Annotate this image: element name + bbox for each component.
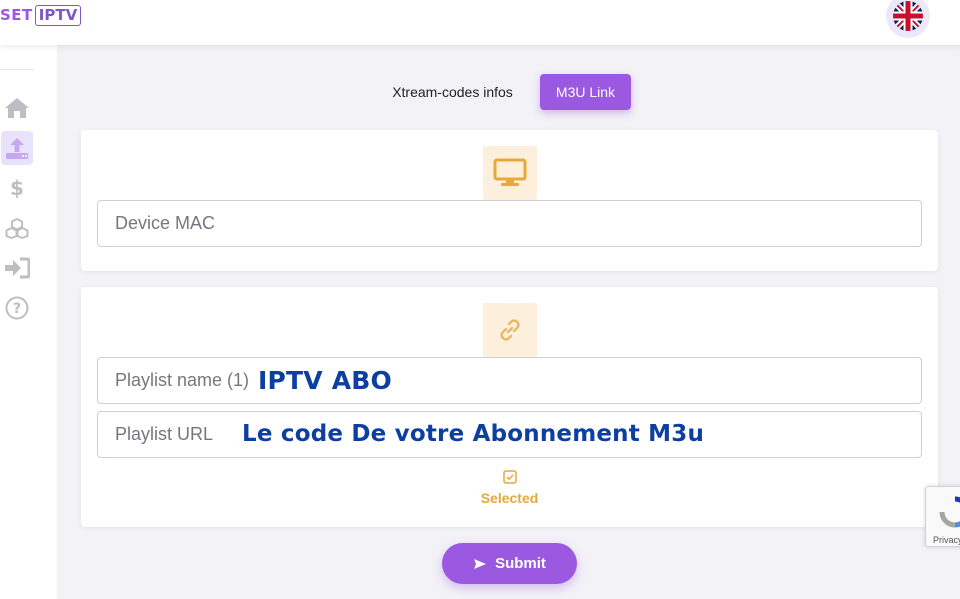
playlist-url-placeholder: Playlist URL xyxy=(115,424,214,444)
sidebar-divider xyxy=(0,69,34,70)
playlist-icon-box xyxy=(483,303,537,357)
selected-checkbox[interactable]: Selected xyxy=(81,470,938,508)
submit-button[interactable]: Submit xyxy=(442,543,577,584)
logo[interactable]: SET IPTV xyxy=(0,3,82,27)
logo-iptv-text: IPTV xyxy=(34,4,82,26)
recaptcha-icon xyxy=(939,496,960,528)
recaptcha-badge[interactable]: Privacy xyxy=(925,486,960,547)
playlist-name-value: IPTV ABO xyxy=(258,366,392,395)
device-icon-box xyxy=(483,146,537,200)
sign-in-icon xyxy=(5,257,30,279)
link-icon xyxy=(500,319,520,341)
sidebar-item-help[interactable]: ? xyxy=(1,291,33,325)
recaptcha-privacy-text[interactable]: Privacy xyxy=(933,535,960,545)
sidebar-item-login[interactable] xyxy=(1,251,33,285)
help-icon: ? xyxy=(5,296,29,320)
language-selector[interactable] xyxy=(886,0,930,38)
sidebar-item-upload[interactable] xyxy=(1,131,33,165)
playlist-name-placeholder: Playlist name (1) xyxy=(115,370,250,390)
playlist-url-field[interactable]: Playlist URL Le code De votre Abonnement… xyxy=(97,411,922,458)
upload-icon xyxy=(6,138,28,159)
device-mac-field[interactable]: Device MAC xyxy=(97,200,922,247)
playlist-url-value: Le code De votre Abonnement M3u xyxy=(242,421,705,447)
mode-tabs: Xtream-codes infos M3U Link xyxy=(0,74,960,110)
dollar-icon: $ xyxy=(10,176,24,200)
device-mac-placeholder: Device MAC xyxy=(115,213,216,233)
monitor-icon xyxy=(493,158,527,186)
tab-xtream-codes[interactable]: Xtream-codes infos xyxy=(380,74,525,110)
uk-flag-icon xyxy=(893,1,923,31)
top-bar: SET IPTV xyxy=(0,0,960,45)
svg-text:$: $ xyxy=(10,176,24,200)
tab-m3u-link[interactable]: M3U Link xyxy=(540,74,631,110)
sidebar-item-packages[interactable] xyxy=(1,211,33,245)
selected-label: Selected xyxy=(480,490,539,506)
sidebar: $ ? xyxy=(0,45,57,599)
playlist-card: Playlist name (1) IPTV ABO Playlist URL … xyxy=(81,287,938,527)
checkbox-checked-icon xyxy=(502,470,517,484)
cubes-icon xyxy=(5,218,29,239)
send-icon xyxy=(474,558,487,569)
svg-text:?: ? xyxy=(13,301,21,317)
device-card: Device MAC xyxy=(81,130,938,271)
sidebar-item-pricing[interactable]: $ xyxy=(1,171,33,205)
logo-set-text: SET xyxy=(0,6,33,24)
submit-label: Submit xyxy=(495,555,546,572)
playlist-name-field[interactable]: Playlist name (1) IPTV ABO xyxy=(97,357,922,404)
